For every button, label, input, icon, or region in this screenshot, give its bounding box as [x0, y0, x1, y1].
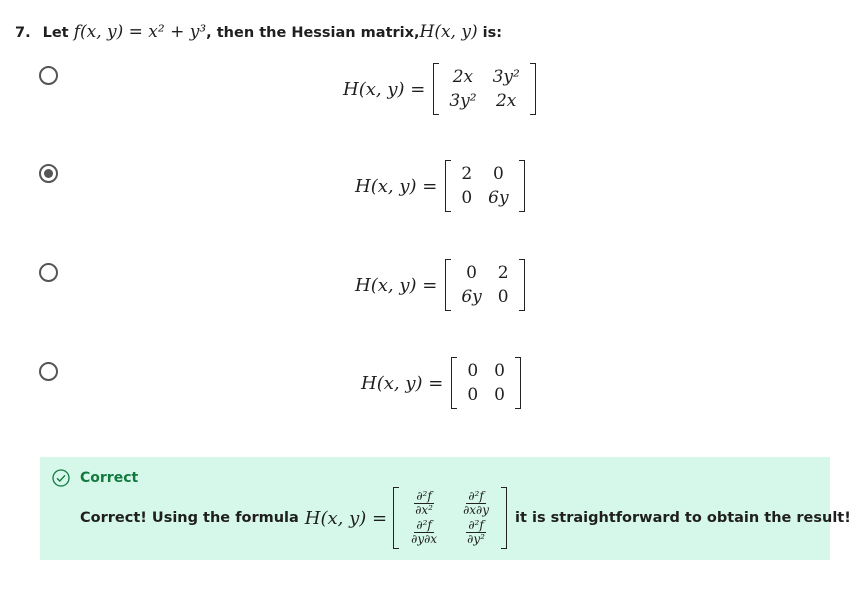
check-circle-icon	[52, 469, 70, 487]
partial-fraction: ∂²f ∂x∂y	[463, 489, 490, 517]
partial-fraction: ∂²f ∂x²	[414, 489, 434, 517]
right-bracket	[518, 259, 525, 311]
matrix-cell: 0	[494, 361, 505, 381]
feedback-formula-lhs: H(x, y) =	[304, 507, 388, 529]
hessian-formula-matrix: ∂²f ∂x² ∂²f ∂x∂y ∂²f ∂y∂x ∂²f ∂y²	[399, 487, 501, 549]
partial-fraction: ∂²f ∂y∂x	[411, 518, 438, 546]
question-text: 7. Let f(x, y) = x² + y³ , then the Hess…	[15, 22, 502, 42]
matrix-cell: 0	[494, 385, 505, 405]
question-prefix: Let	[42, 25, 69, 41]
feedback-explanation: Correct! Using the formula H(x, y) = ∂²f…	[80, 487, 851, 549]
matrix-cell: 2x	[452, 67, 474, 87]
matrix-cell: 2	[461, 164, 473, 184]
question-number: 7.	[15, 25, 31, 41]
option-3-lhs: H(x, y) =	[355, 274, 438, 296]
feedback-status: Correct	[52, 469, 138, 487]
right-bracket	[501, 487, 508, 549]
matrix-cell: 2	[497, 263, 509, 283]
matrix-cell: 6y	[461, 287, 482, 307]
question-suffix: is:	[482, 25, 503, 41]
option-2-equation: H(x, y) = 2 0 0 6y	[355, 160, 525, 212]
feedback-text-before: Correct! Using the formula	[80, 510, 299, 526]
question-hessian: H(x, y)	[419, 22, 478, 42]
question-function: f(x, y) = x² + y³	[73, 22, 207, 42]
right-bracket	[518, 160, 525, 212]
option-4-radio[interactable]	[39, 362, 58, 381]
right-bracket	[514, 357, 521, 409]
feedback-panel: Correct Correct! Using the formula H(x, …	[40, 457, 851, 560]
matrix-cell: 0	[467, 385, 479, 405]
feedback-text-after: it is straightforward to obtain the resu…	[515, 510, 851, 526]
matrix-cell: 0	[461, 188, 473, 208]
option-4-lhs: H(x, y) =	[361, 372, 444, 394]
matrix-cell: 0	[492, 164, 504, 184]
option-1-lhs: H(x, y) =	[343, 78, 426, 100]
partial-fraction: ∂²f ∂y²	[466, 518, 486, 546]
matrix-cell: 2x	[495, 91, 517, 111]
matrix-cell: 3y²	[492, 67, 520, 87]
option-2-lhs: H(x, y) =	[355, 175, 438, 197]
matrix-cell: 0	[467, 361, 479, 381]
option-4-equation: H(x, y) = 0 0 0 0	[361, 357, 521, 409]
matrix-cell: 0	[497, 287, 509, 307]
option-1-radio[interactable]	[39, 66, 58, 85]
feedback-status-label: Correct	[80, 470, 139, 486]
matrix-cell: 0	[466, 263, 477, 283]
option-2-radio[interactable]	[39, 164, 58, 183]
matrix-cell: 3y²	[449, 91, 477, 111]
option-3-equation: H(x, y) = 0 2 6y 0	[355, 259, 525, 311]
matrix-cell: 6y	[488, 188, 509, 208]
option-3-radio[interactable]	[39, 263, 58, 282]
option-1-equation: H(x, y) = 2x 3y² 3y² 2x	[343, 63, 536, 115]
question-middle: , then the Hessian matrix,	[206, 25, 420, 41]
right-bracket	[529, 63, 536, 115]
